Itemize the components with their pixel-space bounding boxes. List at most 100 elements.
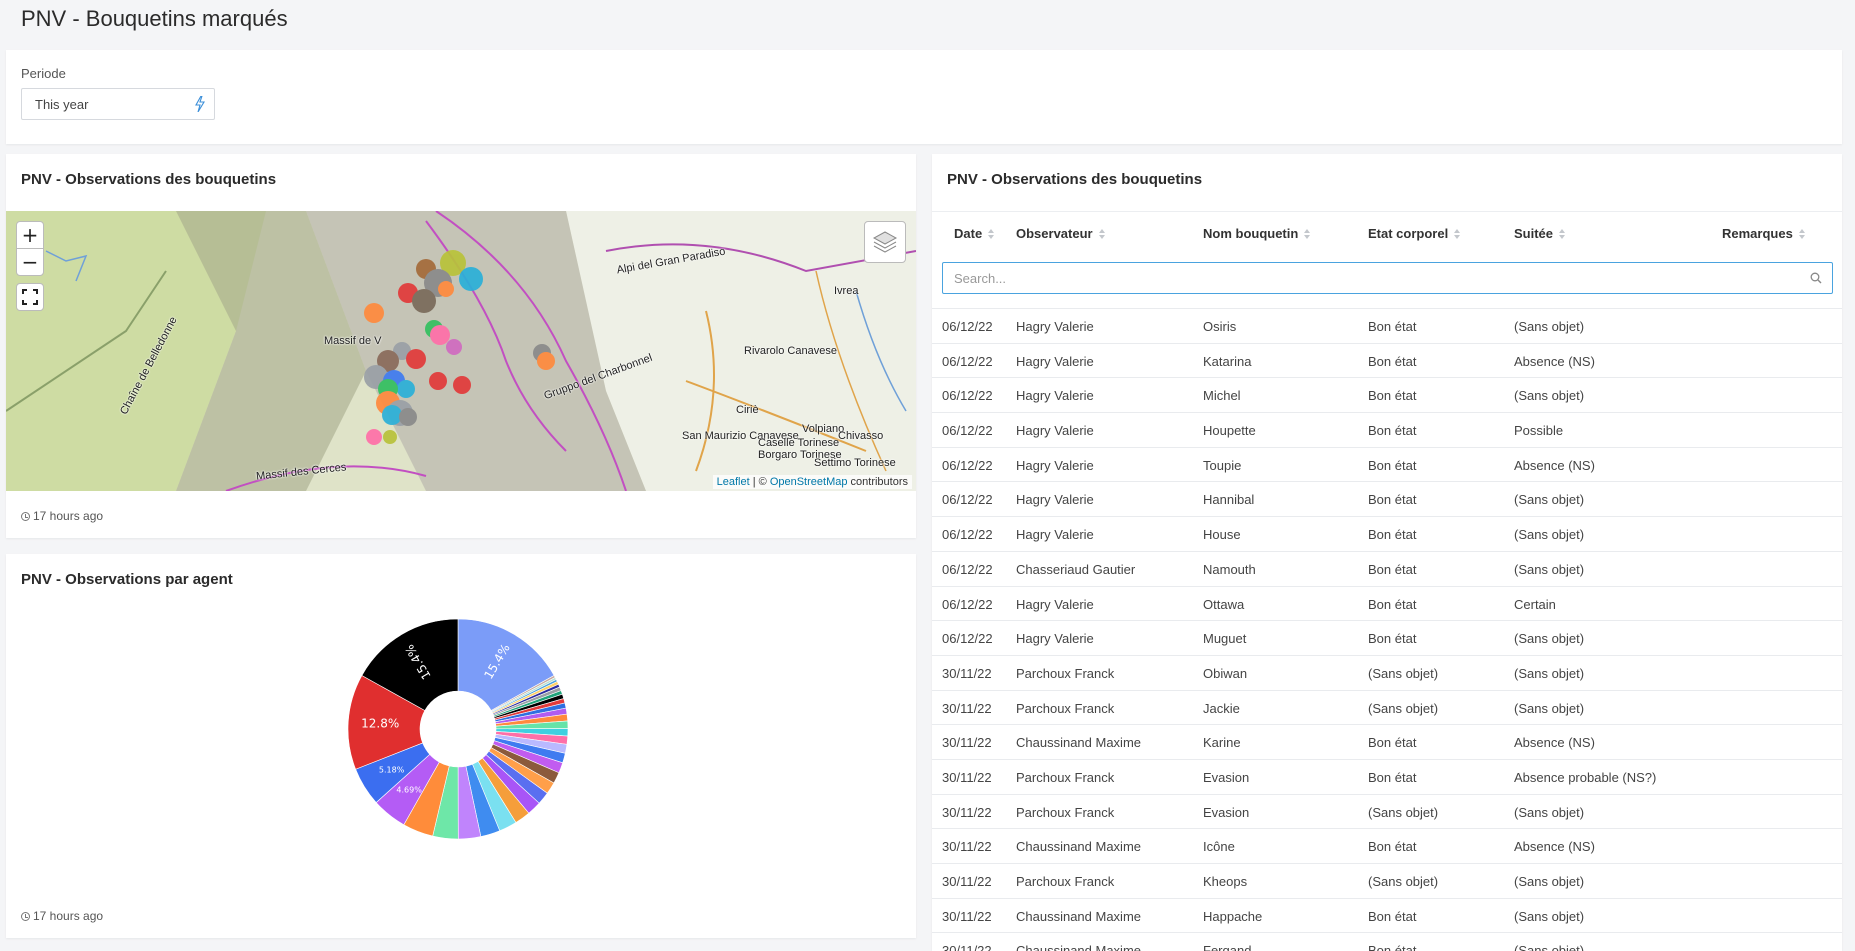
table-row[interactable]: 06/12/22 Hagry Valerie Michel Bon état (Sans… [932,377,1842,412]
table-row[interactable]: 30/11/22 Parchoux Franck Evasion Bon état Ab… [932,758,1842,794]
observations-map[interactable]: Massif de V Chaîne de Belledonne Alpi de… [6,211,916,491]
zoom-in-button[interactable]: + [16,221,44,249]
table-cell: Bon état [1368,596,1417,612]
table-cell: (Sans objet) [1368,700,1439,716]
clock-icon [21,912,30,921]
table-cell: Absence probable (NS?) [1514,769,1657,785]
column-header-remarques[interactable]: Remarques [1722,226,1805,241]
table-cell: Absence (NS) [1514,353,1595,369]
table-cell: (Sans objet) [1514,874,1585,889]
table-cell: Absence (NS) [1514,735,1595,751]
table-cell: Bon état [1368,353,1417,369]
attribution-separator: | © [749,476,770,488]
table-cell: 30/11/22 [942,700,992,716]
table-cell: 30/11/22 [942,804,992,820]
table-cell: 06/12/22 [942,457,993,473]
table-row[interactable]: 30/11/22 Parchoux Franck Jackie (Sans objet… [932,689,1842,725]
table-cell: (Sans objet) [1368,874,1439,889]
table-row[interactable]: 30/11/22 Chaussinand Maxime Happache Bon ét… [932,897,1842,933]
table-row[interactable]: 06/12/22 Hagry Valerie House Bon état (Sans … [932,516,1842,551]
zoom-out-button[interactable]: − [16,248,44,276]
table-cell: Bon état [1368,631,1417,647]
sort-icon [1304,229,1311,239]
table-row[interactable]: 30/11/22 Parchoux Franck Obiwan (Sans objet… [932,654,1842,690]
table-cell: Namouth [1203,561,1256,577]
table-cell: (Sans objet) [1514,804,1585,820]
table-cell: 30/11/22 [942,735,992,751]
table-cell: Parchoux Franck [1016,874,1115,889]
pie-updated: 17 hours ago [21,909,103,923]
table-cell: 06/12/22 [942,388,993,404]
table-cell: Evasion [1203,769,1250,785]
table-cell: Muguet [1203,631,1247,647]
table-cell: Chaussinand Maxime [1016,735,1142,751]
fullscreen-button[interactable] [16,283,44,311]
table-row[interactable]: 06/12/22 Chasseriaud Gautier Namouth Bon ét… [932,550,1842,586]
table-cell: Hagry Valerie [1016,388,1094,404]
slice-label: 4.69% [396,785,422,794]
table-row[interactable]: 30/11/22 Chaussinand Maxime Karine Bon état… [932,724,1842,759]
table-row[interactable]: 06/12/22 Hagry Valerie Toupie Bon état Absen… [932,446,1842,482]
table-row[interactable]: 30/11/22 Parchoux Franck Kheops (Sans objet… [932,863,1842,898]
bolt-icon [195,96,205,112]
column-header-nom-bouquetin[interactable]: Nom bouquetin [1203,226,1311,241]
table-row[interactable]: 30/11/22 Parchoux Franck Evasion (Sans obje… [932,793,1842,829]
table-row[interactable]: 30/11/22 Chaussinand Maxime Fergand Bon éta… [932,932,1842,951]
table-cell: (Sans objet) [1514,388,1585,404]
table-cell: Evasion [1203,804,1250,820]
table-cell: 06/12/22 [942,353,993,369]
layers-button[interactable] [864,221,906,263]
table-row[interactable]: 06/12/22 Hagry Valerie Ottawa Bon état Certa… [932,585,1842,621]
table-cell: Bon état [1368,423,1417,439]
donut-chart[interactable]: 15.4%4.69%5.18%12.8%15.4% [6,554,916,938]
sort-icon [1454,229,1461,239]
table-cell: Absence (NS) [1514,839,1595,855]
table-row[interactable]: 30/11/22 Chaussinand Maxime Icône Bon état A… [932,828,1842,863]
sort-icon [1559,229,1566,239]
table-card-title: PNV - Observations des bouquetins [947,171,1203,188]
table-cell: Bon état [1368,908,1417,924]
table-card: PNV - Observations des bouquetins Date O… [932,154,1842,951]
table-body: 06/12/22 Hagry Valerie Osiris Bon état (Sans… [932,308,1842,951]
table-cell: Parchoux Franck [1016,769,1115,785]
table-cell: Bon état [1368,319,1417,334]
observation-markers[interactable] [6,211,916,491]
table-row[interactable]: 06/12/22 Hagry Valerie Muguet Bon état (Sans… [932,620,1842,655]
table-row[interactable]: 06/12/22 Hagry Valerie Hannibal Bon état (Sa… [932,481,1842,516]
table-cell: (Sans objet) [1514,700,1585,716]
filter-card: Periode This year [6,50,1842,144]
column-header-observateur[interactable]: Observateur [1016,226,1105,241]
table-cell: Michel [1203,388,1241,404]
search-input[interactable] [944,264,1814,292]
periode-filter[interactable]: This year [21,88,215,120]
periode-value: This year [35,97,89,112]
column-header-etat-corporel[interactable]: Etat corporel [1368,226,1461,241]
map-card: PNV - Observations des bouquetins Massif… [6,154,916,538]
leaflet-link[interactable]: Leaflet [717,476,750,488]
column-header-date[interactable]: Date [954,226,995,241]
column-label: Remarques [1722,226,1793,241]
table-cell: Certain [1514,596,1556,612]
table-cell: Bon état [1368,457,1417,473]
table-cell: 06/12/22 [942,423,993,439]
table-cell: Obiwan [1203,665,1248,681]
table-cell: Chaussinand Maxime [1016,943,1142,951]
table-cell: 06/12/22 [942,631,993,647]
table-cell: Hagry Valerie [1016,319,1094,334]
table-cell: Chaussinand Maxime [1016,839,1142,855]
periode-label: Periode [21,66,66,81]
table-cell: Ottawa [1203,596,1245,612]
table-row[interactable]: 06/12/22 Hagry Valerie Osiris Bon état (Sans… [932,308,1842,343]
column-header-suitee[interactable]: Suitée [1514,226,1566,241]
table-row[interactable]: 06/12/22 Hagry Valerie Houpette Bon état Pos… [932,412,1842,447]
openstreetmap-link[interactable]: OpenStreetMap [770,476,848,488]
table-cell: Jackie [1203,700,1240,716]
sort-icon [988,229,995,239]
table-row[interactable]: 06/12/22 Hagry Valerie Katarina Bon état Abs… [932,342,1842,378]
table-cell: (Sans objet) [1514,561,1585,577]
table-cell: (Sans objet) [1368,804,1439,820]
table-cell: Hagry Valerie [1016,423,1094,439]
page-title: PNV - Bouquetins marqués [21,6,288,31]
map-attribution: Leaflet | © OpenStreetMap contributors [712,475,912,489]
table-cell: Hagry Valerie [1016,596,1094,612]
